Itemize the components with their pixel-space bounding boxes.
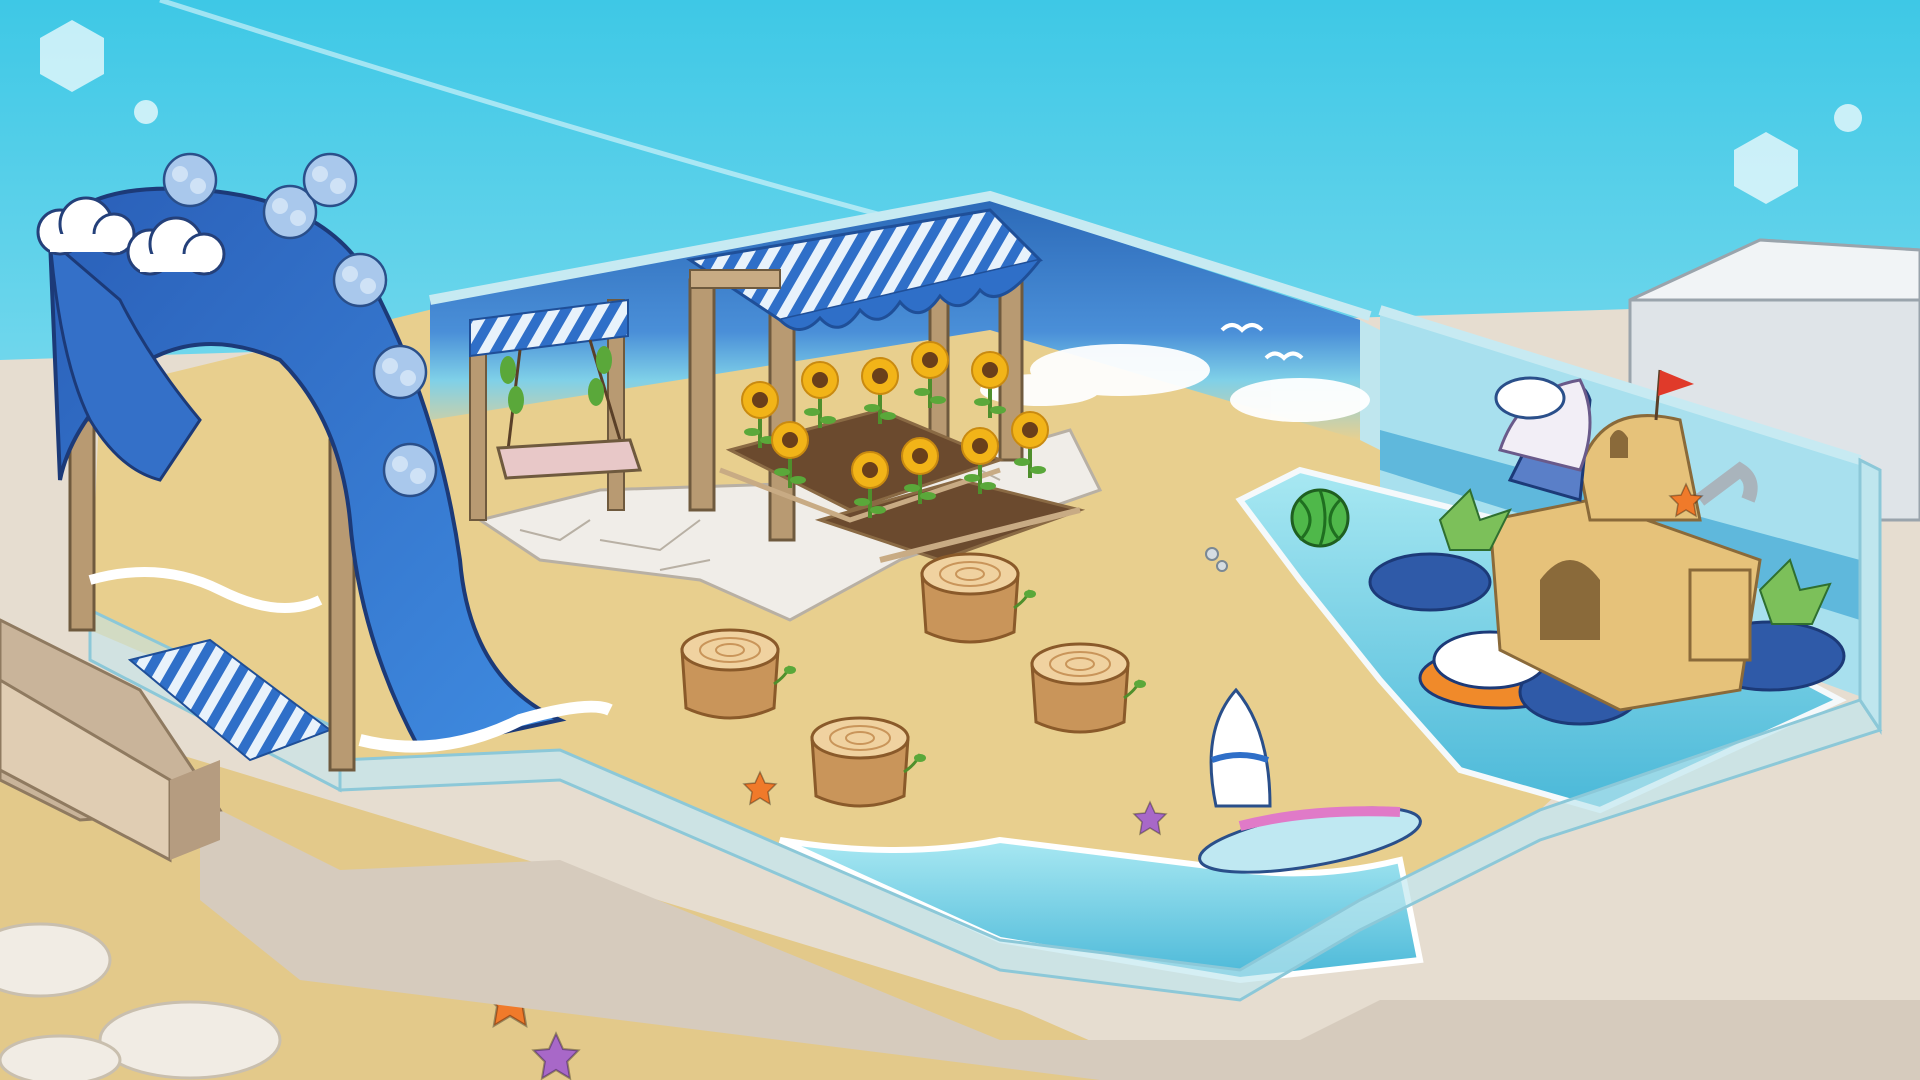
beach-room-view	[0, 0, 1920, 1080]
watermelon-ball-icon	[1290, 488, 1350, 548]
game-scene	[0, 0, 1920, 1080]
glass-railing-right-end	[1858, 457, 1882, 735]
